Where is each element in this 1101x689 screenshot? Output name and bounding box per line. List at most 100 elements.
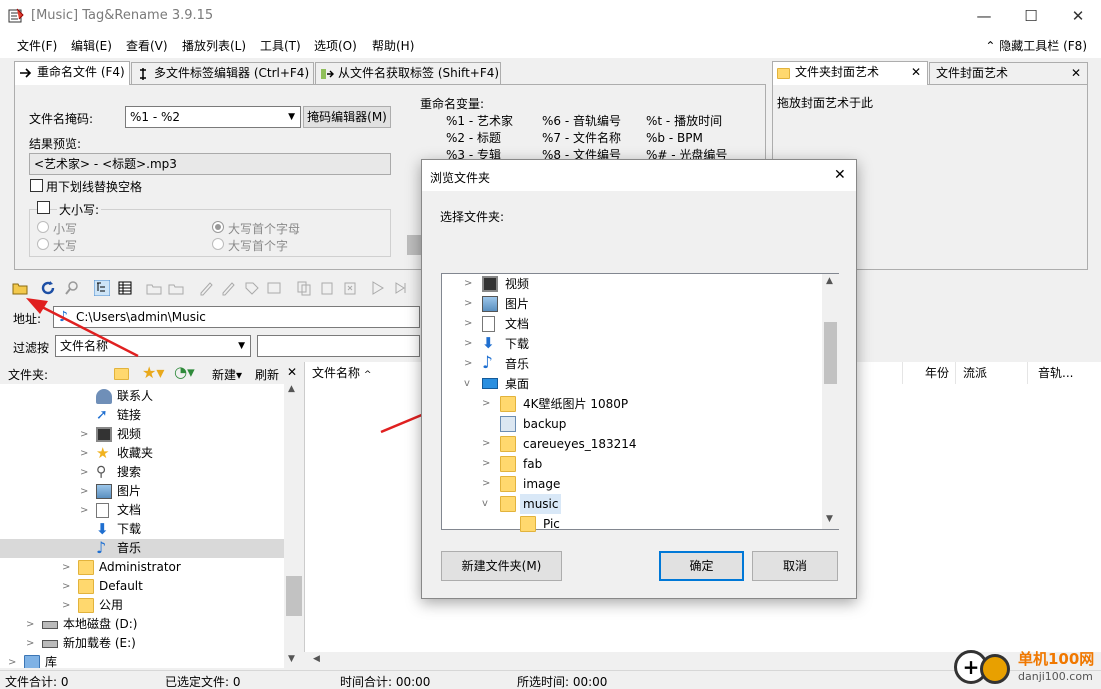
tag-icon[interactable] (244, 280, 260, 296)
lowercase-radio[interactable] (37, 221, 49, 233)
hide-toolbar-button[interactable]: ⌃ 隐藏工具栏 (F8) (985, 37, 1087, 54)
paste-icon[interactable] (319, 280, 335, 296)
album-icon[interactable] (266, 280, 282, 296)
minimize-button[interactable]: — (961, 0, 1007, 32)
picture-icon (482, 296, 498, 312)
dialog-title-bar: 浏览文件夹 ✕ (422, 160, 856, 191)
tab-multi-tag-editor[interactable]: 多文件标签编辑器 (Ctrl+F4) (131, 62, 314, 84)
tab-folder-cover-art[interactable]: 文件夹封面艺术 ✕ (772, 61, 928, 85)
var-item: %1 - 艺术家 (446, 114, 513, 128)
tree-item-music[interactable]: ♪ 音乐 (0, 539, 284, 558)
menu-file[interactable]: 文件(F) (17, 37, 57, 54)
capitalize-first-label: 大写首个字母 (228, 222, 301, 236)
new-folder-button[interactable]: 新建文件夹(M) (441, 551, 562, 581)
preview-label: 结果预览: (29, 137, 82, 151)
video-icon (96, 427, 112, 442)
refresh-button[interactable]: 刷新 (255, 366, 279, 383)
scroll-up-icon[interactable]: ▲ (826, 276, 833, 286)
folder-icon (78, 560, 94, 575)
column-track[interactable]: 音轨... (1028, 362, 1101, 384)
capitalize-word-label: 大写首个字 (228, 239, 289, 253)
play-icon[interactable] (370, 280, 386, 296)
open-folder-icon[interactable] (12, 280, 28, 296)
menu-edit[interactable]: 编辑(E) (71, 37, 112, 54)
underscore-checkbox[interactable] (30, 179, 43, 192)
uppercase-radio[interactable] (37, 238, 49, 250)
address-input[interactable]: ♪ C:\Users\admin\Music (53, 306, 420, 328)
scroll-down-icon[interactable]: ▼ (288, 654, 295, 664)
pen-alt-icon[interactable] (220, 280, 236, 296)
window-title: [Music] Tag&Rename 3.9.15 (31, 8, 214, 23)
menu-playlist[interactable]: 播放列表(L) (182, 37, 246, 54)
watermark-brand: 单机100网 (1018, 650, 1095, 668)
tab-file-cover-art[interactable]: 文件封面艺术 ✕ (929, 62, 1088, 84)
cancel-button[interactable]: 取消 (752, 551, 838, 581)
playlist-icon[interactable] (394, 280, 410, 296)
column-filename[interactable]: 文件名称 ^ (305, 362, 423, 384)
library-icon (24, 655, 40, 668)
dialog-item-label: fab (523, 457, 543, 471)
capitalize-first-radio[interactable] (212, 221, 224, 233)
list-view-icon[interactable] (117, 280, 133, 296)
case-checkbox[interactable] (37, 201, 50, 214)
close-pane-icon[interactable]: ✕ (287, 365, 297, 379)
scroll-left-icon[interactable]: ◀ (313, 654, 320, 664)
folder-up-icon[interactable] (146, 280, 162, 296)
menu-view[interactable]: 查看(V) (126, 37, 168, 54)
dialog-tree-scrollbar[interactable]: ▲ ▼ (822, 274, 839, 529)
tree-item-label: 本地磁盘 (D:) (63, 617, 138, 631)
menu-options[interactable]: 选项(O) (314, 37, 357, 54)
scroll-thumb[interactable] (286, 576, 302, 616)
delete-tag-icon[interactable] (342, 280, 358, 296)
history-icon[interactable]: ◔▾ (174, 363, 195, 381)
underscore-label: 用下划线替换空格 (46, 180, 143, 194)
search-icon[interactable] (64, 280, 80, 296)
folder-pane-header: 文件夹: ★▾ ◔▾ 新建▾ 刷新 ✕ (0, 362, 304, 384)
new-folder-button[interactable]: 新建▾ (212, 366, 242, 383)
close-tab-icon[interactable]: ✕ (1071, 63, 1081, 83)
folder-tree-scrollbar[interactable]: ▲ ▼ (284, 384, 304, 668)
folder-up-icon[interactable] (114, 365, 130, 381)
refresh-icon[interactable] (40, 280, 56, 296)
dialog-item-label: 图片 (505, 297, 530, 311)
copy-icon[interactable] (296, 280, 312, 296)
dialog-item-label: 视频 (505, 277, 530, 291)
tree-view-icon[interactable] (94, 280, 110, 296)
folder-icon[interactable] (168, 280, 184, 296)
capitalize-word-radio[interactable] (212, 238, 224, 250)
ok-button[interactable]: 确定 (659, 551, 744, 581)
dialog-item-label: careueyes_183214 (523, 437, 637, 451)
status-total-files: 文件合计: 0 (5, 675, 69, 689)
pen-icon[interactable] (198, 280, 214, 296)
scroll-down-icon[interactable]: ▼ (826, 514, 833, 524)
folder-icon (500, 396, 516, 412)
document-icon (96, 503, 109, 518)
maximize-button[interactable]: ☐ (1008, 0, 1054, 32)
mask-select[interactable]: %1 - %2 ▼ (125, 106, 301, 128)
scroll-up-icon[interactable]: ▲ (288, 384, 295, 394)
column-year[interactable]: 年份 (903, 362, 956, 384)
column-genre[interactable]: 流派 (956, 362, 1028, 384)
folder-icon (777, 68, 790, 79)
sort-up-icon: ^ (363, 370, 372, 380)
close-button[interactable]: ✕ (1055, 0, 1101, 32)
tab-rename-files[interactable]: 重命名文件 (F4) (14, 61, 130, 85)
filter-field-select[interactable]: 文件名称 ▼ (55, 335, 251, 357)
scroll-thumb[interactable] (824, 322, 837, 384)
uppercase-label: 大写 (53, 239, 78, 253)
desktop-icon (482, 378, 498, 389)
close-tab-icon[interactable]: ✕ (911, 62, 921, 82)
dialog-item-label: 音乐 (505, 357, 530, 371)
favorites-star-icon[interactable]: ★▾ (142, 363, 164, 382)
dialog-item-label: music (520, 494, 562, 514)
tab-tags-from-filename[interactable]: 从文件名获取标签 (Shift+F4) (315, 62, 501, 84)
folder-icon (520, 516, 536, 532)
address-bar: 地址: ♪ C:\Users\admin\Music (0, 304, 420, 330)
menu-help[interactable]: 帮助(H) (372, 37, 414, 54)
filter-input[interactable] (257, 335, 420, 357)
mask-editor-button[interactable]: 掩码编辑器(M) (303, 106, 391, 128)
menu-tools[interactable]: 工具(T) (260, 37, 301, 54)
dialog-close-icon[interactable]: ✕ (834, 167, 846, 183)
mask-value: %1 - %2 (130, 110, 181, 124)
folder-icon (500, 496, 516, 512)
